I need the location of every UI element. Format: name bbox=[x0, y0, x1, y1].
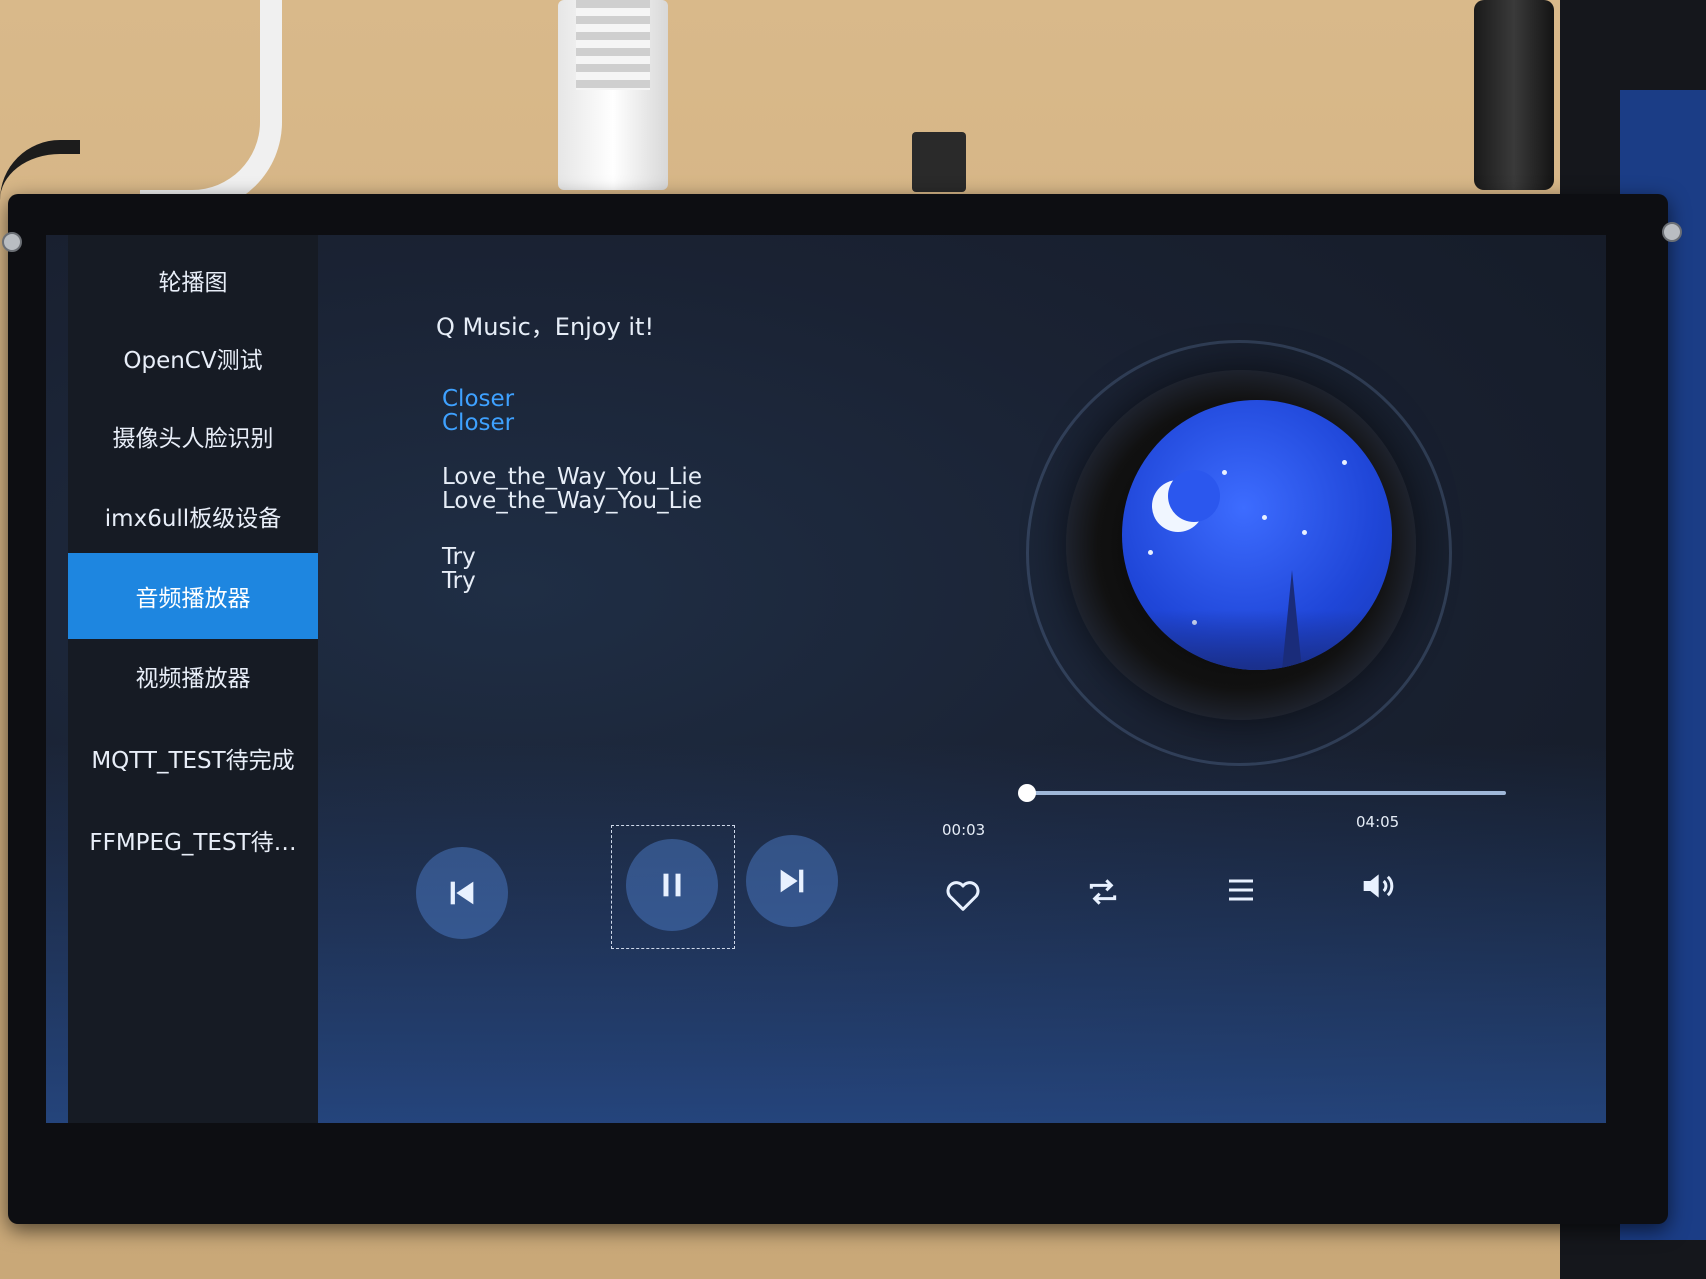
heart-icon bbox=[946, 881, 980, 911]
star-icon bbox=[1342, 460, 1347, 465]
repeat-icon bbox=[1089, 879, 1117, 905]
next-button[interactable] bbox=[746, 835, 838, 927]
sidebar-item-mqtt-test[interactable]: MQTT_TEST待完成 bbox=[68, 715, 318, 801]
pause-icon bbox=[663, 873, 681, 897]
favorite-button[interactable] bbox=[938, 871, 988, 921]
pause-button[interactable] bbox=[626, 839, 718, 931]
screw-icon bbox=[1662, 222, 1682, 242]
album-art bbox=[1122, 400, 1392, 670]
playlist-item[interactable]: Love_the_Way_You_Lie Love_the_Way_You_Li… bbox=[442, 465, 702, 513]
star-icon bbox=[1302, 530, 1307, 535]
song-artist: Love_the_Way_You_Lie bbox=[442, 488, 702, 514]
star-icon bbox=[1262, 515, 1267, 520]
app-screen: 轮播图 OpenCV测试 摄像头人脸识别 imx6ull板级设备 音频播放器 视… bbox=[46, 235, 1606, 1123]
repeat-button[interactable] bbox=[1078, 867, 1128, 917]
song-title: Try bbox=[442, 544, 476, 570]
playlist-item[interactable]: Closer Closer bbox=[442, 387, 514, 435]
sidebar-item-board-devices[interactable]: imx6ull板级设备 bbox=[68, 473, 318, 559]
black-connector bbox=[912, 132, 966, 192]
song-artist: Closer bbox=[442, 410, 515, 436]
sidebar-item-audio-player[interactable]: 音频播放器 bbox=[68, 553, 318, 639]
white-cable bbox=[140, 0, 282, 212]
sidebar-item-carousel[interactable]: 轮播图 bbox=[68, 237, 318, 323]
total-duration: 04:05 bbox=[1356, 813, 1400, 831]
star-icon bbox=[1222, 470, 1227, 475]
progress-handle[interactable] bbox=[1017, 784, 1036, 802]
list-icon bbox=[1229, 879, 1253, 901]
sidebar-item-ffmpeg-test[interactable]: FFMPEG_TEST待… bbox=[68, 797, 318, 883]
sidebar: 轮播图 OpenCV测试 摄像头人脸识别 imx6ull板级设备 音频播放器 视… bbox=[68, 235, 318, 1123]
screw-icon bbox=[2, 232, 22, 252]
sidebar-item-opencv[interactable]: OpenCV测试 bbox=[68, 315, 318, 401]
ethernet-plug-strain-relief bbox=[576, 0, 650, 90]
power-plug bbox=[1474, 0, 1554, 190]
moon-shadow bbox=[1168, 470, 1220, 522]
progress-slider[interactable] bbox=[1017, 784, 1506, 802]
volume-button[interactable] bbox=[1352, 861, 1402, 911]
tower-icon bbox=[1282, 570, 1302, 670]
volume-icon bbox=[1363, 874, 1394, 898]
skip-previous-icon bbox=[450, 881, 474, 905]
star-icon bbox=[1148, 550, 1153, 555]
playlist-button[interactable] bbox=[1216, 865, 1266, 915]
app-title: Q Music，Enjoy it! bbox=[436, 313, 655, 341]
skip-next-icon bbox=[780, 869, 804, 893]
playlist-item[interactable]: Try Try bbox=[442, 545, 476, 593]
album-art-skyline bbox=[1122, 610, 1392, 670]
song-title: Closer bbox=[442, 386, 515, 412]
sidebar-item-video-player[interactable]: 视频播放器 bbox=[68, 633, 318, 719]
sidebar-item-face-recognition[interactable]: 摄像头人脸识别 bbox=[68, 393, 318, 479]
song-title: Love_the_Way_You_Lie bbox=[442, 464, 702, 490]
previous-button[interactable] bbox=[416, 847, 508, 939]
song-artist: Try bbox=[442, 568, 476, 594]
elapsed-time: 00:03 bbox=[942, 821, 986, 839]
